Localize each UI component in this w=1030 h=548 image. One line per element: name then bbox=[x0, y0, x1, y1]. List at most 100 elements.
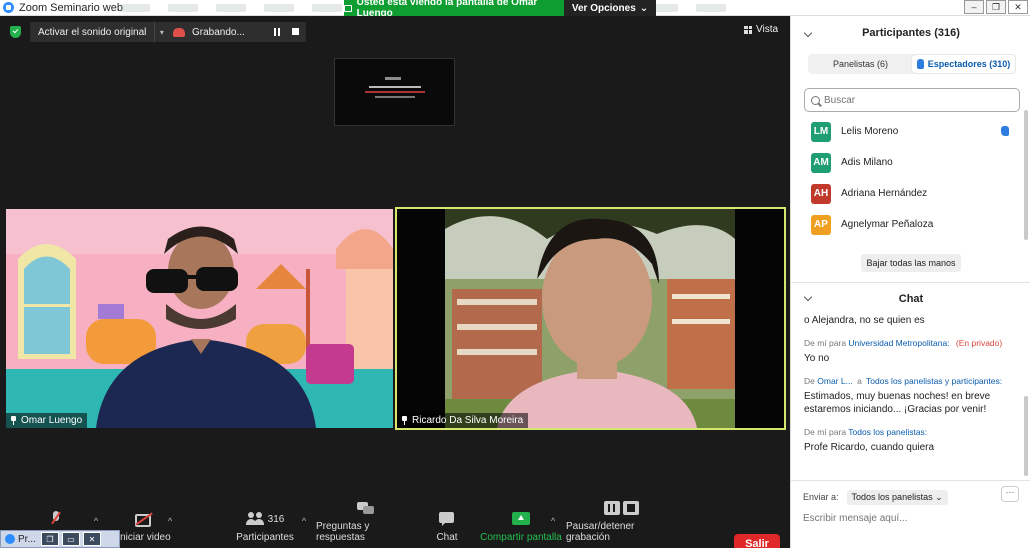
participant-search[interactable] bbox=[804, 88, 1020, 112]
avatar: LM bbox=[811, 121, 831, 142]
view-options-button[interactable]: Ver Opciones ⌄ bbox=[564, 0, 656, 16]
message-sender[interactable]: Omar L... bbox=[817, 376, 852, 386]
close-icon[interactable]: ✕ bbox=[83, 532, 101, 546]
pin-icon bbox=[10, 416, 17, 425]
participant-list: LM Lelis Moreno AM Adis Milano AH Adrian… bbox=[791, 116, 1027, 240]
participants-count: 316 bbox=[267, 513, 285, 525]
chat-label: Chat bbox=[436, 532, 458, 543]
security-shield-icon[interactable] bbox=[10, 26, 21, 38]
view-options-label: Ver Opciones bbox=[571, 2, 636, 14]
message-recipient[interactable]: Todos los panelistas: bbox=[848, 427, 927, 437]
chat-header: Chat bbox=[898, 293, 924, 305]
chat-icon bbox=[438, 512, 456, 526]
video-off-icon bbox=[135, 512, 153, 527]
tab-attendees-label: Espectadores (310) bbox=[927, 59, 1011, 69]
tab-panelists[interactable]: Panelistas (6) bbox=[809, 55, 912, 73]
original-sound-button[interactable]: Activar el sonido original ▾ bbox=[30, 22, 169, 42]
video-tile-ricardo[interactable]: Ricardo Da Silva Moreira bbox=[395, 207, 786, 430]
start-video-label: Iniciar video bbox=[117, 532, 171, 543]
chevron-up-icon[interactable]: ^ bbox=[168, 516, 172, 526]
divider bbox=[791, 282, 1030, 283]
participants-header: Participantes (316) bbox=[862, 27, 960, 39]
stop-recording-icon[interactable] bbox=[292, 28, 299, 35]
participant-row[interactable]: AH Adriana Hernández bbox=[791, 178, 1027, 209]
chat-message: De Omar L... a Todos los panelistas y pa… bbox=[804, 375, 1022, 416]
participant-row[interactable]: AM Adis Milano bbox=[791, 147, 1027, 178]
original-sound-label: Activar el sonido original bbox=[38, 26, 147, 38]
pause-stop-recording-label: Pausar/detener grabación bbox=[566, 521, 635, 543]
send-to-select[interactable]: Todos los panelistas ⌄ bbox=[846, 489, 948, 505]
start-video-button[interactable]: Iniciar video bbox=[112, 500, 176, 548]
search-input[interactable] bbox=[824, 94, 1004, 106]
participant-row[interactable]: AP Agnelymar Peñaloza bbox=[791, 209, 1027, 240]
chat-button[interactable]: Chat bbox=[432, 500, 462, 548]
participant-list-scrollbar[interactable] bbox=[1024, 110, 1028, 240]
chat-more-button[interactable]: ··· bbox=[1001, 486, 1019, 502]
send-to-row: Enviar a: Todos los panelistas ⌄ bbox=[803, 488, 1023, 506]
message-recipient[interactable]: Todos los panelistas y participantes: bbox=[866, 376, 1002, 386]
window-controls: – ❐ ✕ bbox=[964, 0, 1028, 14]
recording-label: Grabando... bbox=[192, 26, 245, 38]
participant-name: Ricardo Da Silva Moreira bbox=[412, 415, 524, 426]
restore-icon[interactable]: ❐ bbox=[986, 0, 1006, 14]
share-screen-button[interactable]: Compartir pantalla bbox=[480, 500, 562, 548]
chat-messages: o Alejandra, no se quien es De mí para U… bbox=[804, 314, 1022, 464]
pause-stop-recording-button[interactable]: Pausar/detener grabación bbox=[566, 500, 676, 548]
video-feed-ricardo bbox=[397, 209, 784, 428]
participant-name: Adis Milano bbox=[841, 157, 893, 168]
message-meta: De mí para Todos los panelistas: bbox=[804, 427, 928, 437]
participants-icon bbox=[245, 512, 264, 526]
participants-button[interactable]: 316 Participantes bbox=[232, 500, 298, 548]
grid-view-icon bbox=[744, 25, 752, 34]
pause-recording-icon[interactable] bbox=[274, 28, 280, 36]
raised-hand-icon bbox=[1001, 126, 1009, 136]
chat-scrollbar[interactable] bbox=[1024, 396, 1028, 476]
pause-icon[interactable] bbox=[603, 501, 620, 515]
zoom-app-icon bbox=[3, 2, 14, 13]
chevron-up-icon[interactable]: ^ bbox=[551, 516, 555, 526]
pause-stop-icons bbox=[602, 501, 640, 515]
chat-message: De mí para Universidad Metropolitana: (E… bbox=[804, 337, 1022, 365]
video-tile-omar[interactable]: Omar Luengo bbox=[6, 209, 393, 428]
chevron-up-icon[interactable]: ^ bbox=[302, 516, 306, 526]
close-icon[interactable]: ✕ bbox=[1008, 0, 1028, 14]
search-icon bbox=[811, 95, 820, 105]
lower-all-hands-button[interactable]: Bajar todas las manos bbox=[861, 254, 961, 272]
tab-attendees[interactable]: Espectadores (310) bbox=[912, 55, 1015, 73]
stop-icon[interactable] bbox=[622, 501, 639, 515]
message-recipient[interactable]: Universidad Metropolitana: bbox=[848, 338, 949, 348]
pin-icon bbox=[401, 416, 408, 425]
qa-icon bbox=[357, 501, 375, 515]
minimized-window-bar[interactable]: Pr... ❐ ▭ ✕ bbox=[0, 530, 120, 548]
restore-icon[interactable]: ❐ bbox=[41, 532, 59, 546]
chevron-up-icon[interactable]: ^ bbox=[94, 516, 98, 526]
message-text: Profe Ricardo, cuando quiera bbox=[804, 442, 935, 453]
side-panel: Participantes (316) Panelistas (6) Espec… bbox=[790, 16, 1030, 548]
chat-message: o Alejandra, no se quien es bbox=[804, 314, 1022, 327]
participant-name-tag: Omar Luengo bbox=[6, 413, 88, 428]
avatar: AH bbox=[811, 183, 831, 204]
leave-button[interactable]: Salir bbox=[734, 534, 780, 548]
participant-row[interactable]: LM Lelis Moreno bbox=[791, 116, 1027, 147]
message-meta: De mí para Universidad Metropolitana: (E… bbox=[804, 338, 1003, 348]
chat-message: De mí para Todos los panelistas: Profe R… bbox=[804, 426, 1022, 454]
view-layout-button[interactable]: Vista bbox=[744, 24, 778, 35]
qa-button[interactable]: Preguntas y respuestas bbox=[316, 500, 416, 548]
minimize-icon[interactable]: – bbox=[964, 0, 984, 14]
tab-panelists-label: Panelistas (6) bbox=[832, 59, 889, 69]
minimized-window-label: Pr... bbox=[18, 533, 36, 545]
message-text: Estimados, muy buenas noches! en breve e… bbox=[804, 391, 991, 415]
participant-name: Omar Luengo bbox=[21, 415, 83, 426]
participant-name-tag: Ricardo Da Silva Moreira bbox=[397, 413, 529, 428]
meeting-area: Activar el sonido original ▾ Grabando...… bbox=[0, 16, 790, 548]
divider bbox=[791, 480, 1030, 481]
participants-label: Participantes bbox=[236, 532, 294, 543]
screen-share-icon bbox=[344, 4, 352, 12]
avatar: AP bbox=[811, 214, 831, 235]
private-tag: (En privado) bbox=[955, 338, 1003, 348]
maximize-icon[interactable]: ▭ bbox=[62, 532, 80, 546]
send-to-label: Enviar a: bbox=[803, 492, 839, 502]
chat-message-input[interactable] bbox=[803, 510, 1013, 526]
shared-screen-thumbnail[interactable] bbox=[334, 58, 455, 126]
message-meta: De Omar L... a Todos los panelistas y pa… bbox=[804, 376, 1003, 386]
